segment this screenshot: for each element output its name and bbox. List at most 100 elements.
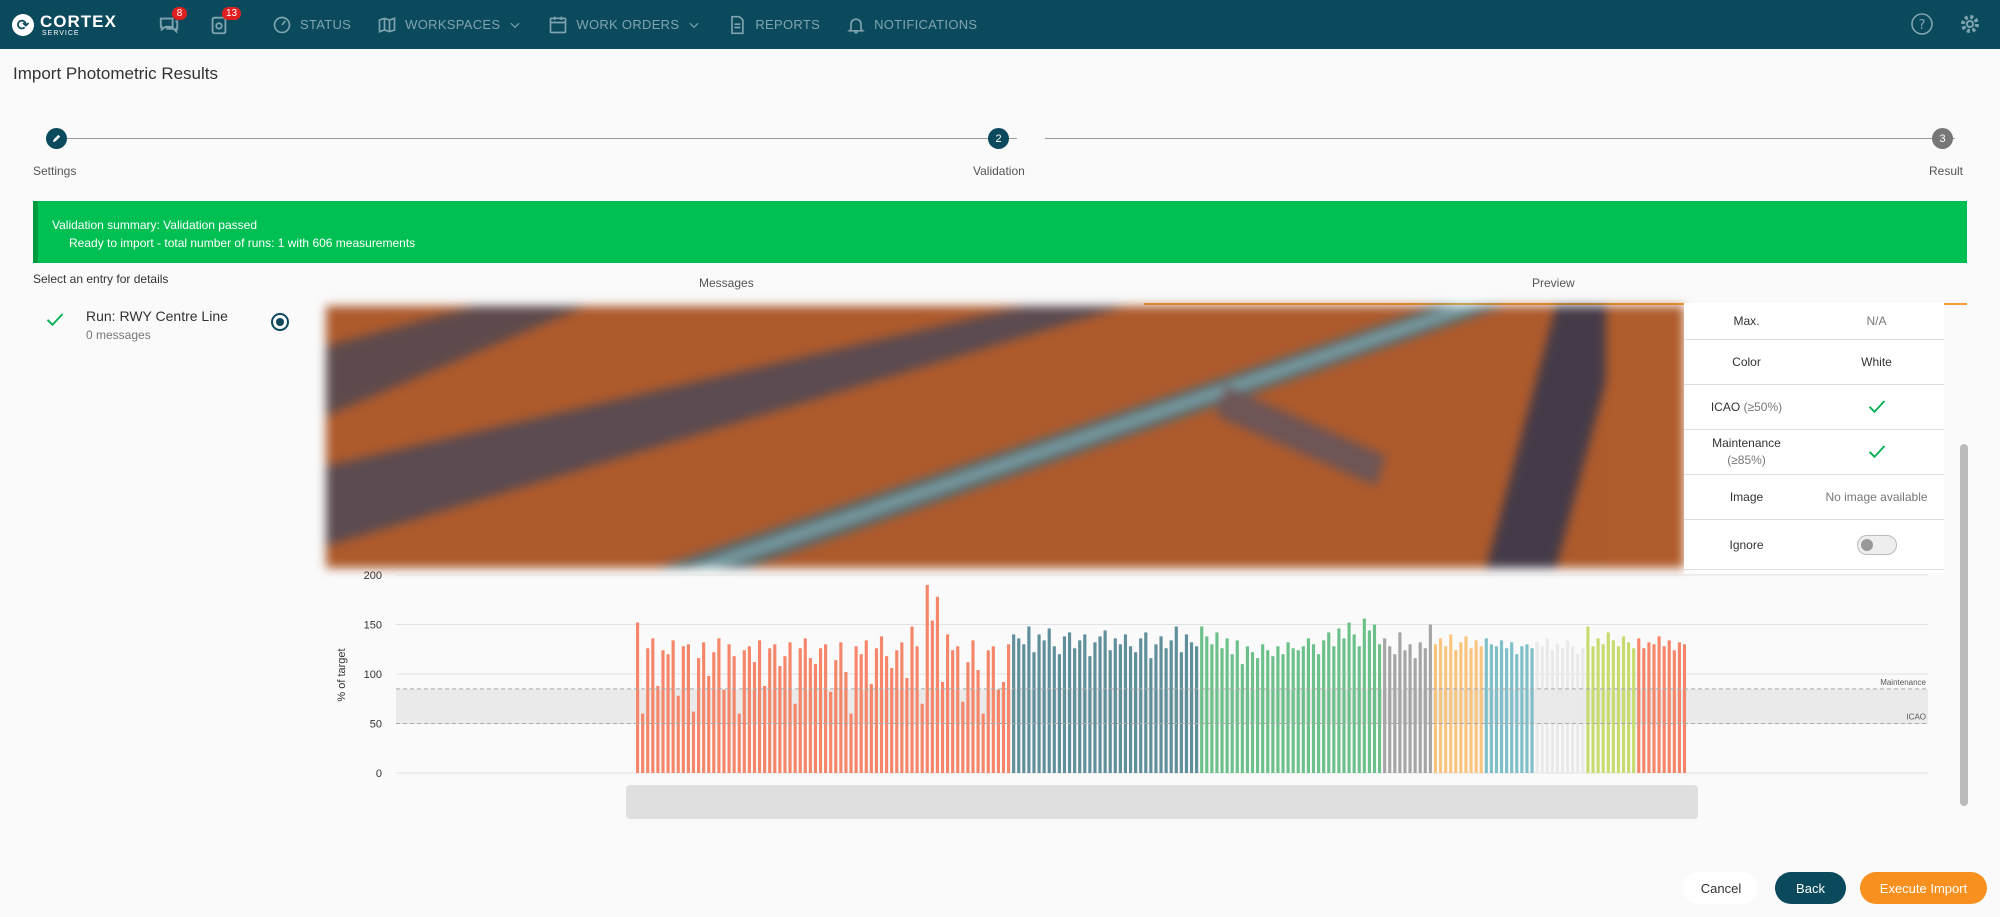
chart-bar	[1413, 658, 1417, 773]
chart-bar	[839, 642, 843, 773]
chart-bar	[788, 642, 792, 773]
chart-bar	[1215, 632, 1219, 773]
detail-row-ignore: Ignore	[1684, 520, 1944, 570]
icao-label: ICAO	[1710, 400, 1741, 414]
cortex-logo[interactable]: ⟳ CORTEX SERVICE	[12, 13, 144, 37]
chart-bar	[1123, 634, 1128, 773]
chart-bar	[1088, 656, 1092, 773]
image-label: Image	[1729, 490, 1764, 504]
chart-bar	[1108, 650, 1112, 773]
y-tick-label: 150	[364, 620, 382, 632]
maintenance-threshold: (≥85%)	[1727, 453, 1766, 467]
ignore-toggle[interactable]	[1856, 534, 1897, 555]
chart-bar	[824, 644, 828, 773]
tab-preview[interactable]: Preview	[1532, 276, 1575, 290]
chart-bar	[1398, 632, 1402, 773]
messages-button[interactable]: 8	[144, 0, 194, 49]
chart-bar	[1311, 644, 1316, 773]
chart-bar	[1032, 652, 1036, 773]
cancel-button[interactable]: Cancel	[1683, 872, 1759, 904]
chart-bar	[1286, 642, 1290, 773]
chart-bar	[849, 713, 853, 773]
chart-bar	[1250, 652, 1255, 773]
brand-subtitle: SERVICE	[42, 29, 80, 37]
tab-messages[interactable]: Messages	[699, 276, 754, 290]
run-entry[interactable]: Run: RWY Centre Line 0 messages	[45, 303, 295, 353]
chart-bar	[1566, 640, 1570, 773]
step-settings-marker[interactable]	[46, 128, 67, 149]
help-icon[interactable]: ?	[1910, 12, 1934, 36]
nav-workspaces[interactable]: WORKSPACES	[377, 15, 522, 35]
chart-bar	[1235, 640, 1239, 773]
chart-bar	[1332, 646, 1336, 773]
chart-bar	[1377, 644, 1382, 773]
photometric-bar-chart: 0 50 100 150 200 % of target Maintenance ICAO	[336, 570, 1928, 819]
chart-bar	[671, 640, 675, 773]
x-labels-blurred	[626, 785, 1698, 819]
chart-bar	[1189, 642, 1194, 773]
chart-bar	[1271, 656, 1275, 773]
chart-bar	[1301, 646, 1305, 773]
chart-bar	[905, 677, 909, 773]
chart-bar	[691, 711, 696, 773]
chart-bar	[1581, 648, 1585, 773]
chart-bar	[757, 640, 762, 773]
chart-bar	[1296, 650, 1300, 773]
detail-row-max: Max. N/A	[1684, 303, 1944, 340]
chart-bar	[1408, 644, 1412, 773]
preview-scrollbar[interactable]	[1960, 444, 1968, 806]
messages-badge: 8	[172, 7, 187, 20]
chart-bar	[1591, 646, 1595, 773]
chart-bar	[829, 691, 833, 773]
chart-bar	[1128, 646, 1133, 773]
chart-bar	[1388, 646, 1392, 773]
chart-bar	[915, 646, 919, 773]
chart-bar	[910, 626, 914, 773]
chart-bar	[727, 644, 731, 773]
validation-summary-banner: Validation summary: Validation passed Re…	[33, 201, 1967, 263]
nav-notifications[interactable]: NOTIFICATIONS	[846, 15, 977, 35]
chart-bar	[890, 668, 894, 773]
chart-bar	[1098, 636, 1102, 773]
chart-bar	[783, 656, 787, 773]
stepper-line	[1045, 138, 1955, 139]
chart-bar	[1550, 650, 1554, 773]
run-message-count: 0 messages	[86, 328, 151, 342]
step-result-marker: 3	[1932, 128, 1953, 149]
chart-bar	[1510, 642, 1514, 773]
chart-bar	[1149, 658, 1153, 773]
chart-bar	[1667, 640, 1671, 773]
maintenance-label: Maintenance	[1712, 436, 1781, 450]
chart-bar	[1616, 646, 1620, 773]
y-axis-label: % of target	[336, 648, 348, 701]
back-button[interactable]: Back	[1775, 872, 1846, 904]
chart-bar	[996, 689, 1000, 773]
cortex-logo-icon: ⟳	[12, 13, 34, 36]
chart-bar	[1459, 642, 1463, 773]
nav-work-orders[interactable]: WORK ORDERS	[548, 15, 701, 35]
chart-bar	[1067, 632, 1072, 773]
nav-reports[interactable]: REPORTS	[727, 15, 820, 35]
chart-bar	[1078, 640, 1082, 773]
step-validation-marker[interactable]: 2	[988, 128, 1009, 149]
chart-bar	[1225, 638, 1229, 773]
step-validation-label: Validation	[973, 164, 1025, 178]
nav-reports-label: REPORTS	[755, 17, 821, 32]
chart-bar	[768, 648, 772, 773]
chart-bar	[1205, 636, 1209, 773]
chart-bar	[1449, 634, 1453, 773]
tasks-button[interactable]: 13	[194, 0, 244, 49]
chart-bar	[793, 703, 797, 773]
chart-bar	[925, 584, 929, 773]
execute-import-button[interactable]: Execute Import	[1860, 872, 1987, 904]
chart-bar	[1291, 648, 1295, 773]
chart-bar	[641, 713, 645, 773]
chart-bar	[885, 656, 889, 773]
chart-bar	[1433, 644, 1438, 773]
nav-status[interactable]: STATUS	[272, 15, 351, 35]
run-select-radio[interactable]	[271, 313, 289, 331]
chart-bar	[986, 650, 990, 773]
gear-icon[interactable]	[1958, 12, 1982, 36]
chart-bar	[1601, 644, 1605, 773]
chart-bar	[1672, 650, 1676, 773]
